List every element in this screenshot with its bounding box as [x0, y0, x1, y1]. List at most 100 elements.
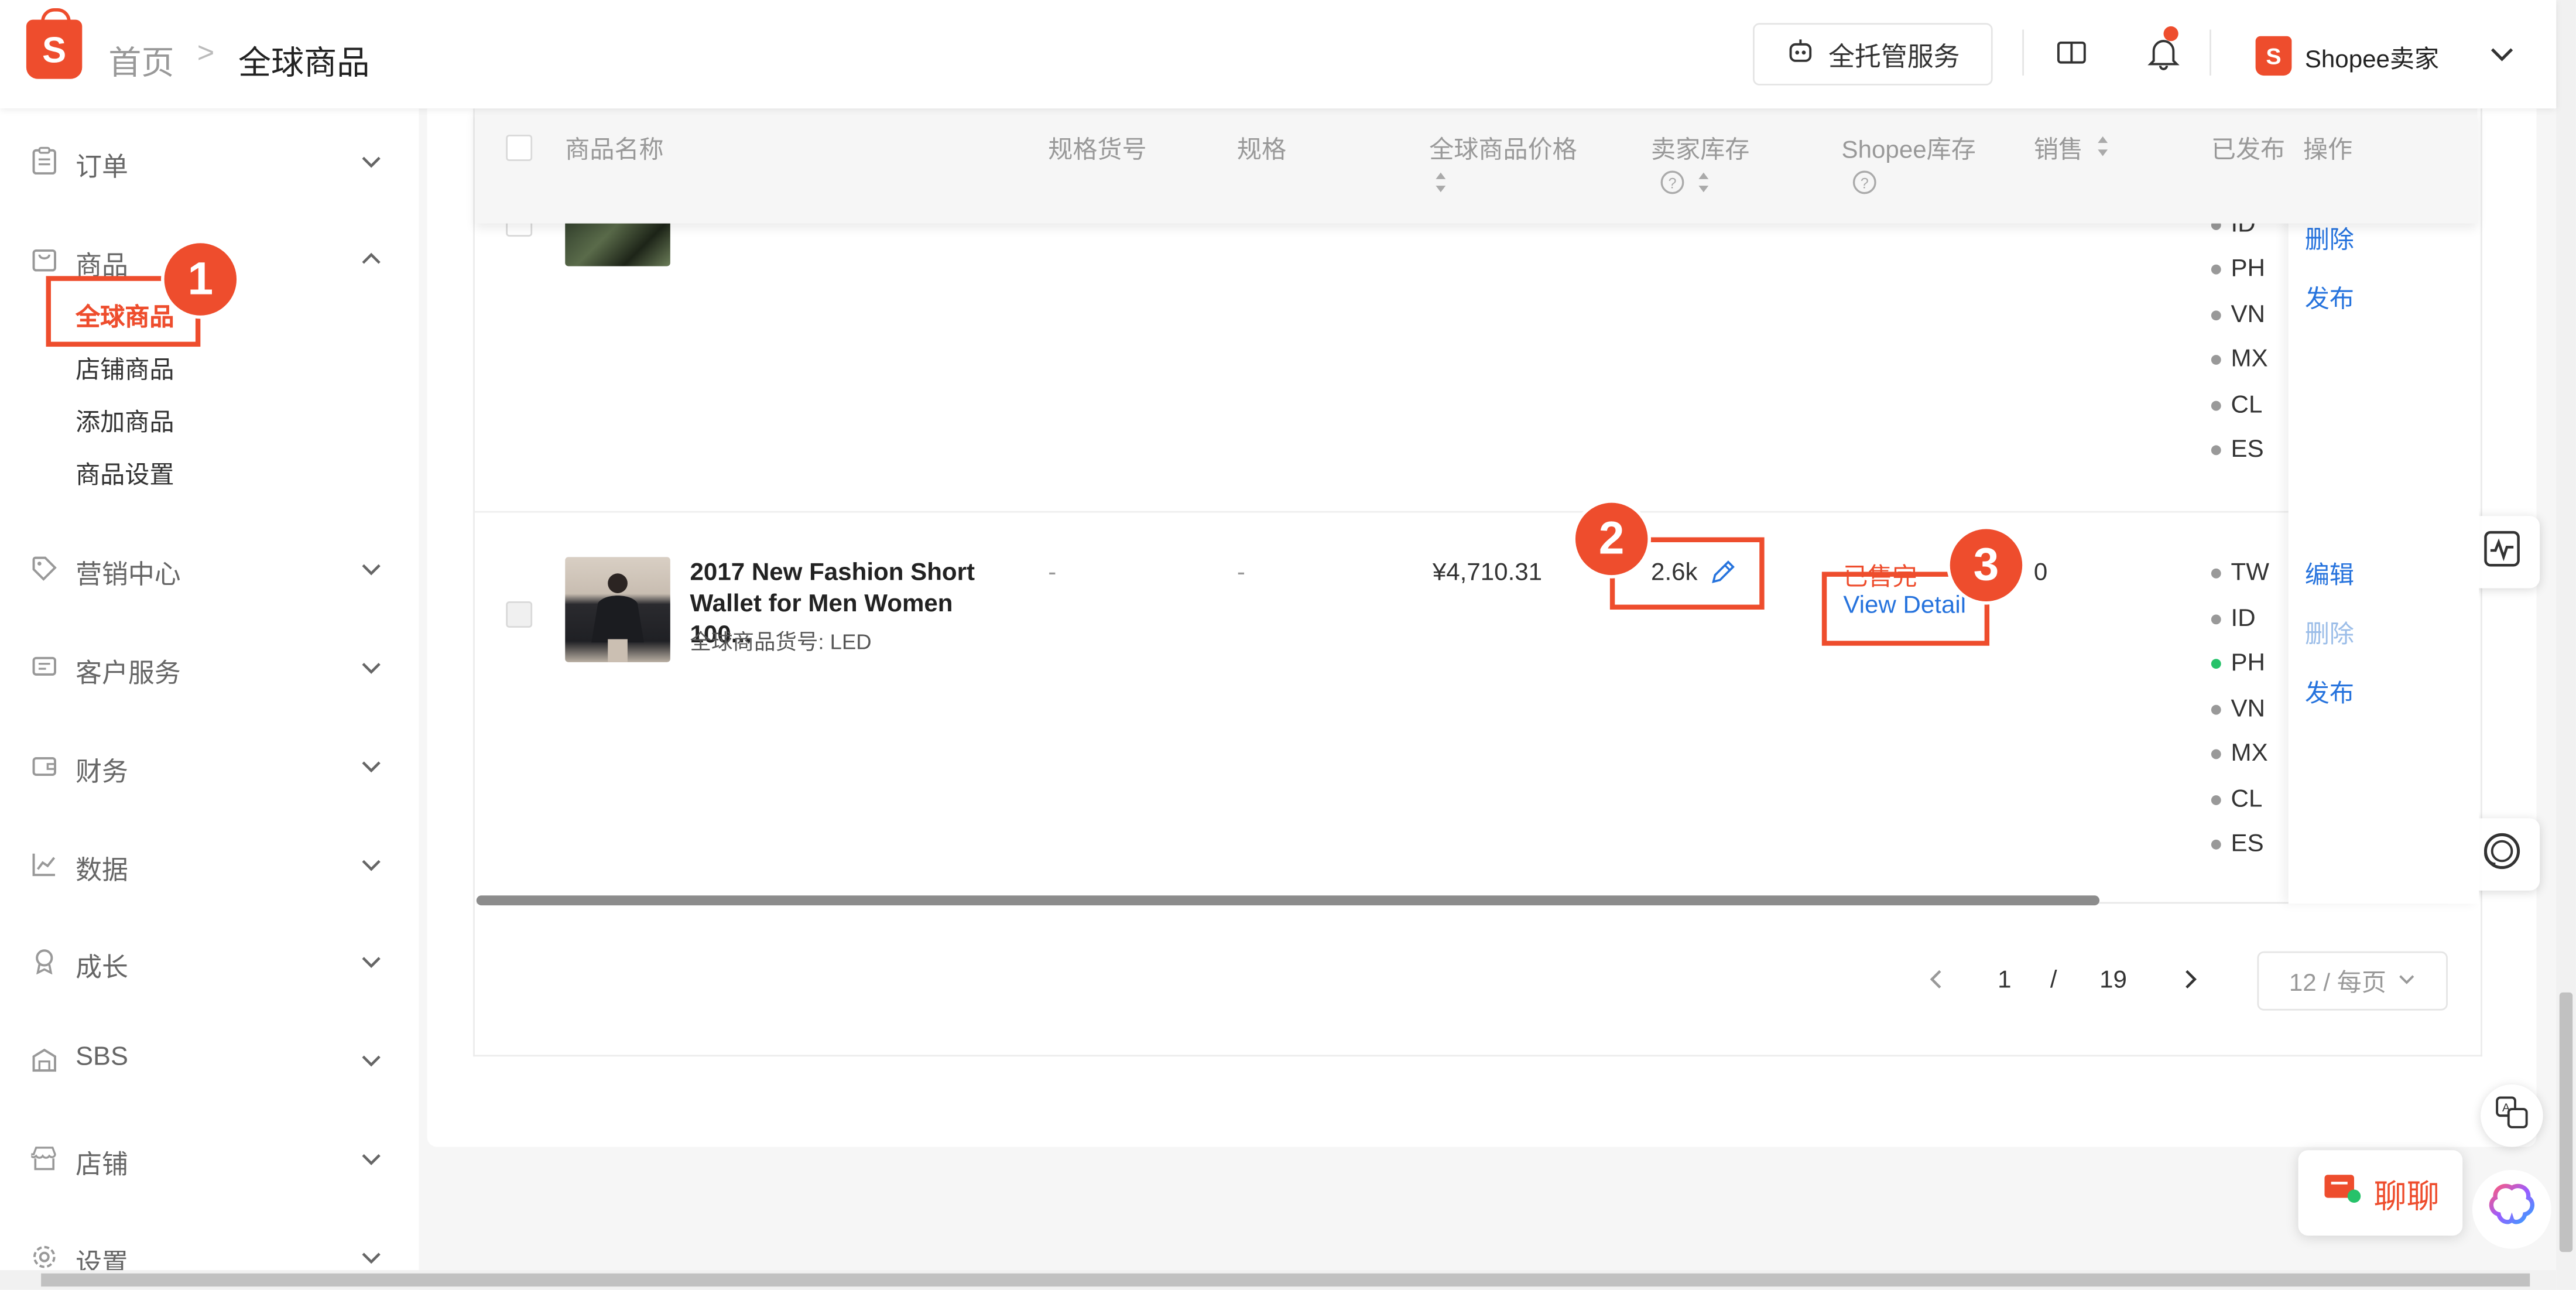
full-service-button[interactable]: 全托管服务 — [1753, 23, 1993, 85]
svg-text:?: ? — [1861, 175, 1869, 191]
chat-label: 聊聊 — [2373, 1179, 2440, 1216]
col-header-price[interactable]: 全球商品价格 — [1429, 131, 1577, 166]
status-dot — [2211, 704, 2221, 714]
col-header-sales[interactable]: 销售 — [2034, 131, 2083, 166]
bell-icon[interactable] — [2144, 33, 2183, 72]
sidebar-subitem-product-settings[interactable]: 商品设置 — [76, 457, 174, 491]
page-size-select[interactable]: 12 / 每页 — [2257, 951, 2448, 1011]
sort-icon[interactable] — [1697, 171, 1710, 199]
store-icon — [30, 1144, 60, 1173]
chevron-down-icon — [358, 851, 388, 881]
region-code: PH — [2231, 649, 2266, 677]
region-item: CL — [2211, 391, 2262, 419]
brain-icon — [2487, 1182, 2536, 1237]
region-code: MX — [2231, 739, 2268, 768]
step-badge-3: 3 — [1947, 525, 2026, 605]
status-dot — [2211, 354, 2221, 364]
help-icon[interactable]: ? — [1851, 169, 1878, 200]
chevron-down-icon — [358, 148, 388, 178]
status-dot — [2211, 444, 2221, 454]
shopee-logo[interactable]: S — [26, 8, 83, 79]
select-all-checkbox[interactable] — [506, 135, 533, 161]
prev-page-button[interactable] — [1926, 966, 1948, 999]
medal-icon — [30, 946, 60, 976]
chevron-up-icon — [358, 247, 388, 276]
notification-dot — [2163, 26, 2178, 42]
col-header-seller-stock[interactable]: 卖家库存 — [1651, 131, 1749, 166]
sidebar-item-label: SBS — [76, 1043, 128, 1072]
sort-icon[interactable] — [2096, 135, 2109, 163]
robot-icon — [1786, 35, 1815, 73]
variation: - — [1236, 559, 1245, 587]
col-header-ops: 操作 — [2303, 131, 2353, 166]
col-header-shopee-stock: Shopee库存 — [1841, 136, 1976, 165]
sidebar-subitem-shop-products[interactable]: 店铺商品 — [76, 351, 174, 386]
translate-button[interactable]: A — [2481, 1084, 2543, 1147]
chat-button[interactable]: 聊聊 — [2298, 1150, 2463, 1236]
chevron-down-icon — [358, 1244, 388, 1274]
edit-link[interactable]: 编辑 — [2305, 557, 2354, 591]
region-item: VN — [2211, 300, 2265, 329]
seller-logo: S — [2255, 36, 2292, 76]
warehouse-icon — [30, 1045, 60, 1075]
chevron-down-icon — [358, 654, 388, 684]
help-icon[interactable]: ? — [1659, 169, 1686, 200]
region-code: PH — [2231, 254, 2266, 283]
product-thumbnail[interactable] — [565, 557, 670, 662]
sidebar-item-label: 成长 — [76, 954, 128, 983]
sidebar-item-label: 客户服务 — [76, 661, 181, 689]
variation-sku: - — [1048, 559, 1057, 587]
wallet-icon — [30, 751, 60, 781]
book-icon[interactable] — [2052, 33, 2091, 72]
status-dot — [2211, 658, 2221, 668]
tag-icon — [30, 554, 60, 584]
page-separator: / — [2050, 966, 2057, 994]
chevron-down-icon — [358, 1046, 388, 1076]
window-vertical-scrollbar[interactable] — [2559, 992, 2573, 1253]
region-code: ES — [2231, 435, 2264, 464]
row-checkbox[interactable] — [506, 601, 533, 628]
publish-link[interactable]: 发布 — [2305, 675, 2354, 710]
ai-assistant-button[interactable] — [2472, 1169, 2551, 1249]
status-dot — [2211, 567, 2221, 578]
region-item: MX — [2211, 739, 2268, 768]
sidebar-item-label: 店铺 — [76, 1152, 128, 1180]
breadcrumb-separator: > — [197, 36, 215, 69]
seller-account-name[interactable]: Shopee卖家 — [2305, 41, 2439, 76]
region-item: PH — [2211, 649, 2265, 677]
region-code: CL — [2231, 785, 2263, 813]
status-dot — [2211, 794, 2221, 805]
next-page-button[interactable] — [2178, 966, 2201, 999]
global-sku: 全球商品货号: LED — [690, 629, 872, 654]
status-dot — [2211, 264, 2221, 274]
region-item: CL — [2211, 785, 2263, 813]
sidebar-subitem-add-product[interactable]: 添加商品 — [76, 404, 174, 439]
clipboard-icon — [30, 146, 60, 176]
region-item: TW — [2211, 559, 2269, 587]
region-item: ES — [2211, 830, 2264, 858]
publish-link[interactable]: 发布 — [2305, 281, 2354, 316]
sidebar-item-label: 营销中心 — [76, 562, 181, 590]
pulse-icon — [2481, 528, 2520, 576]
total-pages: 19 — [2099, 966, 2127, 994]
divider — [2210, 29, 2211, 76]
headset-icon — [2478, 829, 2524, 880]
status-dot — [2211, 400, 2221, 410]
table-scrollbar[interactable] — [476, 895, 2100, 906]
window-horizontal-scrollbar[interactable] — [41, 1273, 2530, 1287]
chevron-down-icon[interactable] — [2487, 39, 2517, 77]
delete-link[interactable]: 删除 — [2305, 222, 2354, 256]
breadcrumb-home[interactable]: 首页 — [108, 36, 174, 84]
row-divider — [474, 511, 2478, 513]
sales-value: 0 — [2033, 559, 2048, 587]
chevron-down-icon — [358, 555, 388, 585]
step-badge-1: 1 — [160, 239, 240, 319]
chat-bubble-icon — [2321, 1170, 2364, 1216]
sort-icon[interactable] — [1434, 171, 1447, 199]
region-code: ES — [2231, 830, 2264, 858]
col-header-name: 商品名称 — [565, 136, 664, 165]
svg-text:?: ? — [1668, 175, 1676, 191]
delete-link[interactable]: 删除 — [2305, 616, 2354, 651]
page-size-value: 12 / 每页 — [2289, 969, 2386, 997]
region-item: ES — [2211, 435, 2264, 464]
